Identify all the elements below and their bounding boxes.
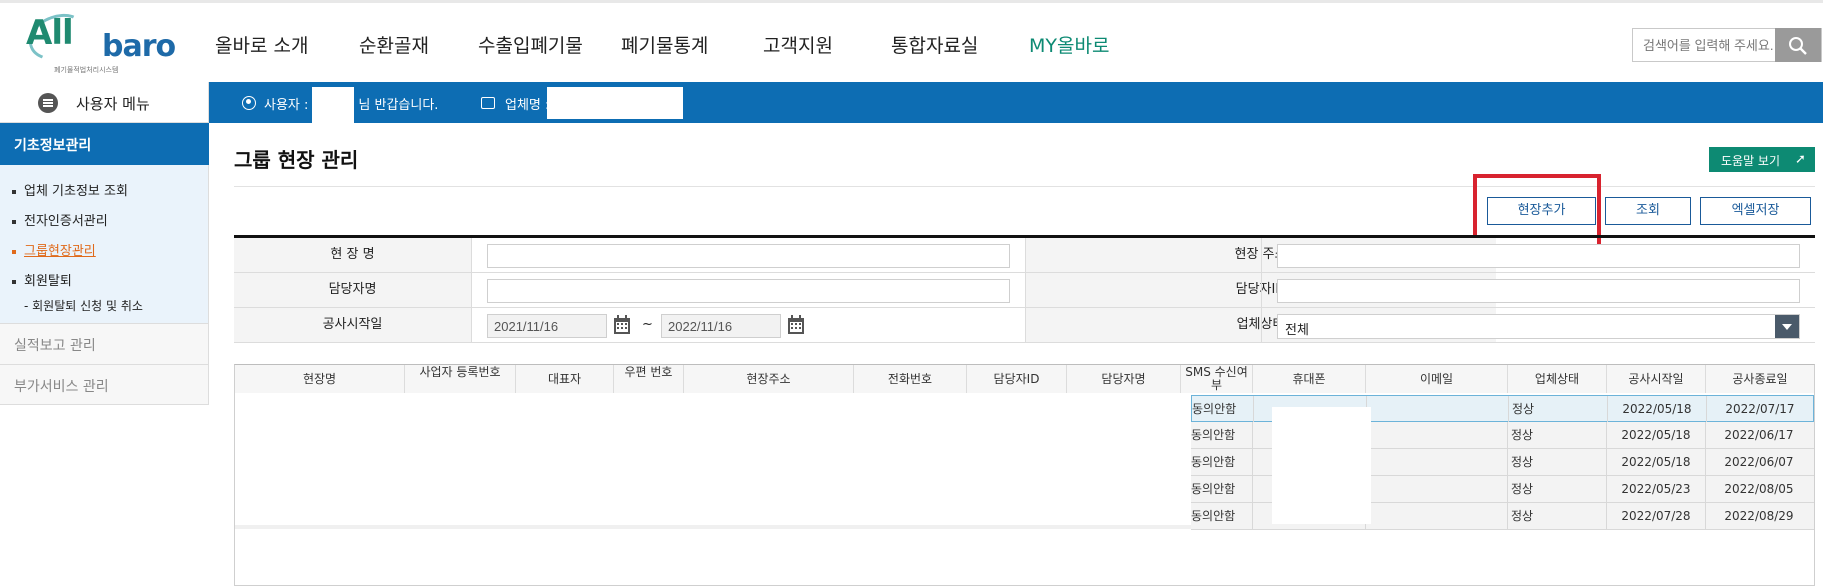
nav-item-my-allbaro[interactable]: MY올바로 — [1029, 31, 1109, 58]
nav-item-recycled-aggregate[interactable]: 순환골재 — [359, 31, 429, 58]
date-separator: ~ — [642, 317, 653, 332]
cell-status: 정상 — [1509, 396, 1608, 422]
nav-item-statistics[interactable]: 폐기물통계 — [621, 31, 708, 58]
logo-text-all: All — [26, 13, 74, 53]
sidebar-subitem-withdrawal-request[interactable]: - 회원탈퇴 신청 및 취소 — [24, 297, 143, 314]
col-site-address[interactable]: 현장주소 — [684, 365, 854, 393]
status-select-value: 전체 — [1285, 323, 1309, 338]
user-info-bar: 사용자 :님 반갑습니다. 업체명 : — [209, 82, 1823, 123]
user-icon — [242, 96, 256, 110]
nav-item-import-export[interactable]: 수출입폐기물 — [478, 31, 583, 58]
search-button[interactable] — [1775, 28, 1821, 62]
help-button-label: 도움말 보기 — [1721, 154, 1781, 168]
site-address-input[interactable] — [1277, 244, 1800, 268]
cell-email — [1366, 449, 1508, 475]
sidebar-section-performance[interactable]: 실적보고 관리 — [0, 323, 209, 364]
site-grid: 현장명 사업자 등록번호 대표자 우편 번호 현장주소 전화번호 담당자ID 담… — [234, 364, 1815, 586]
cell-sms: 동의안함 — [1191, 422, 1253, 448]
search-icon — [1789, 37, 1807, 55]
nav-item-data-room[interactable]: 통합자료실 — [891, 31, 978, 58]
col-start-date[interactable]: 공사시작일 — [1607, 365, 1706, 393]
cell-end-date: 2022/07/17 — [1725, 402, 1795, 416]
sidebar-item-withdrawal[interactable]: 회원탈퇴 — [12, 270, 72, 289]
manager-name-label: 담당자명 — [234, 273, 471, 307]
cell-email — [1366, 476, 1508, 502]
cell-sms: 동의안함 — [1191, 449, 1253, 475]
calendar-icon[interactable] — [613, 315, 631, 335]
cell-sms: 동의안함 — [1191, 476, 1253, 502]
start-date-label: 공사시작일 — [234, 308, 471, 342]
redacted-company-name — [547, 87, 683, 119]
manager-name-input[interactable] — [487, 279, 1010, 303]
cell-email — [1366, 503, 1508, 529]
cell-end-date: 2022/06/17 — [1724, 428, 1794, 442]
calendar-icon[interactable] — [787, 315, 805, 335]
col-end-date[interactable]: 공사종료일 — [1706, 365, 1814, 393]
cell-end-date: 2022/06/07 — [1724, 455, 1794, 469]
logo-subtitle: 폐기물적법처리시스템 — [54, 66, 119, 74]
pointer-icon: ➚ — [1795, 152, 1806, 167]
cell-email — [1366, 422, 1508, 448]
start-date-to-input[interactable] — [661, 314, 781, 338]
cell-start-date: 2022/05/18 — [1608, 396, 1707, 422]
sidebar-item-company-info[interactable]: 업체 기초정보 조회 — [12, 180, 128, 199]
col-phone-number[interactable]: 전화번호 — [854, 365, 967, 393]
cell-end-date: 2022/08/29 — [1724, 509, 1794, 523]
cell-start-date: 2022/05/23 — [1607, 476, 1706, 502]
col-manager-id[interactable]: 담당자ID — [967, 365, 1067, 393]
site-header: All baro 폐기물적법처리시스템 올바로 소개 순환골재 수출입폐기물 폐… — [0, 3, 1823, 82]
cell-email — [1367, 396, 1509, 422]
sidebar-item-certificate[interactable]: 전자인증서관리 — [12, 210, 108, 229]
company-label: 업체명 : — [505, 98, 550, 113]
col-manager-name[interactable]: 담당자명 — [1067, 365, 1181, 393]
col-business-number[interactable]: 사업자 등록번호 — [405, 365, 516, 393]
cell-status: 정상 — [1508, 503, 1607, 529]
redacted-phone-numbers — [1272, 407, 1371, 524]
cell-sms: 동의안함 — [1192, 396, 1254, 422]
user-menu-label: 사용자 메뉴 — [76, 95, 150, 113]
excel-save-button[interactable]: 엑셀저장 — [1700, 197, 1811, 225]
page-title: 그룹 현장 관리 — [234, 148, 359, 172]
cell-start-date: 2022/05/18 — [1607, 422, 1706, 448]
allbaro-logo[interactable]: All baro 폐기물적법처리시스템 — [22, 6, 176, 75]
chevron-down-icon — [1775, 315, 1799, 338]
cell-status: 정상 — [1508, 476, 1607, 502]
company-icon — [481, 97, 495, 109]
status-select[interactable]: 전체 — [1277, 314, 1800, 339]
cell-start-date: 2022/05/18 — [1607, 449, 1706, 475]
user-menu-header[interactable]: 사용자 메뉴 — [0, 82, 209, 123]
redacted-username — [312, 87, 354, 123]
sidebar-section-basic-info[interactable]: 기초정보관리 — [0, 123, 209, 165]
cell-sms: 동의안함 — [1191, 503, 1253, 529]
search-input[interactable] — [1633, 29, 1777, 61]
cell-status: 정상 — [1508, 422, 1607, 448]
col-email[interactable]: 이메일 — [1366, 365, 1508, 393]
cell-status: 정상 — [1508, 449, 1607, 475]
start-date-from-input[interactable] — [487, 314, 607, 338]
col-representative[interactable]: 대표자 — [516, 365, 614, 393]
cell-start-date: 2022/07/28 — [1607, 503, 1706, 529]
manager-id-input[interactable] — [1277, 279, 1800, 303]
col-status[interactable]: 업체상태 — [1508, 365, 1607, 393]
redacted-columns — [235, 393, 1191, 529]
col-postal-code[interactable]: 우편 번호 — [614, 365, 684, 393]
nav-item-about[interactable]: 올바로 소개 — [215, 31, 308, 58]
col-mobile[interactable]: 휴대폰 — [1253, 365, 1366, 393]
sidebar-list: 업체 기초정보 조회 전자인증서관리 그룹현장관리 회원탈퇴 - 회원탈퇴 신청… — [0, 165, 209, 323]
nav-item-customer-support[interactable]: 고객지원 — [763, 31, 833, 58]
col-sms[interactable]: SMS 수신여부 — [1181, 365, 1253, 393]
search-form: 현 장 명 현장 주소 담당자명 담당자ID 공사시작일 ~ 업체상태 — [234, 235, 1815, 344]
site-name-label: 현 장 명 — [234, 238, 471, 272]
cell-end-date: 2022/08/05 — [1724, 482, 1794, 496]
site-name-input[interactable] — [487, 244, 1010, 268]
sidebar-item-group-site[interactable]: 그룹현장관리 — [12, 240, 96, 259]
grid-header: 현장명 사업자 등록번호 대표자 우편 번호 현장주소 전화번호 담당자ID 담… — [235, 365, 1814, 393]
hamburger-icon — [38, 93, 58, 113]
help-button[interactable]: 도움말 보기 ➚ — [1709, 147, 1815, 172]
logo-text-baro: baro — [102, 29, 176, 64]
col-site-name[interactable]: 현장명 — [235, 365, 405, 393]
search-submit-button[interactable]: 조회 — [1605, 197, 1691, 225]
site-search — [1632, 28, 1822, 62]
sidebar-section-extra-services[interactable]: 부가서비스 관리 — [0, 364, 209, 405]
